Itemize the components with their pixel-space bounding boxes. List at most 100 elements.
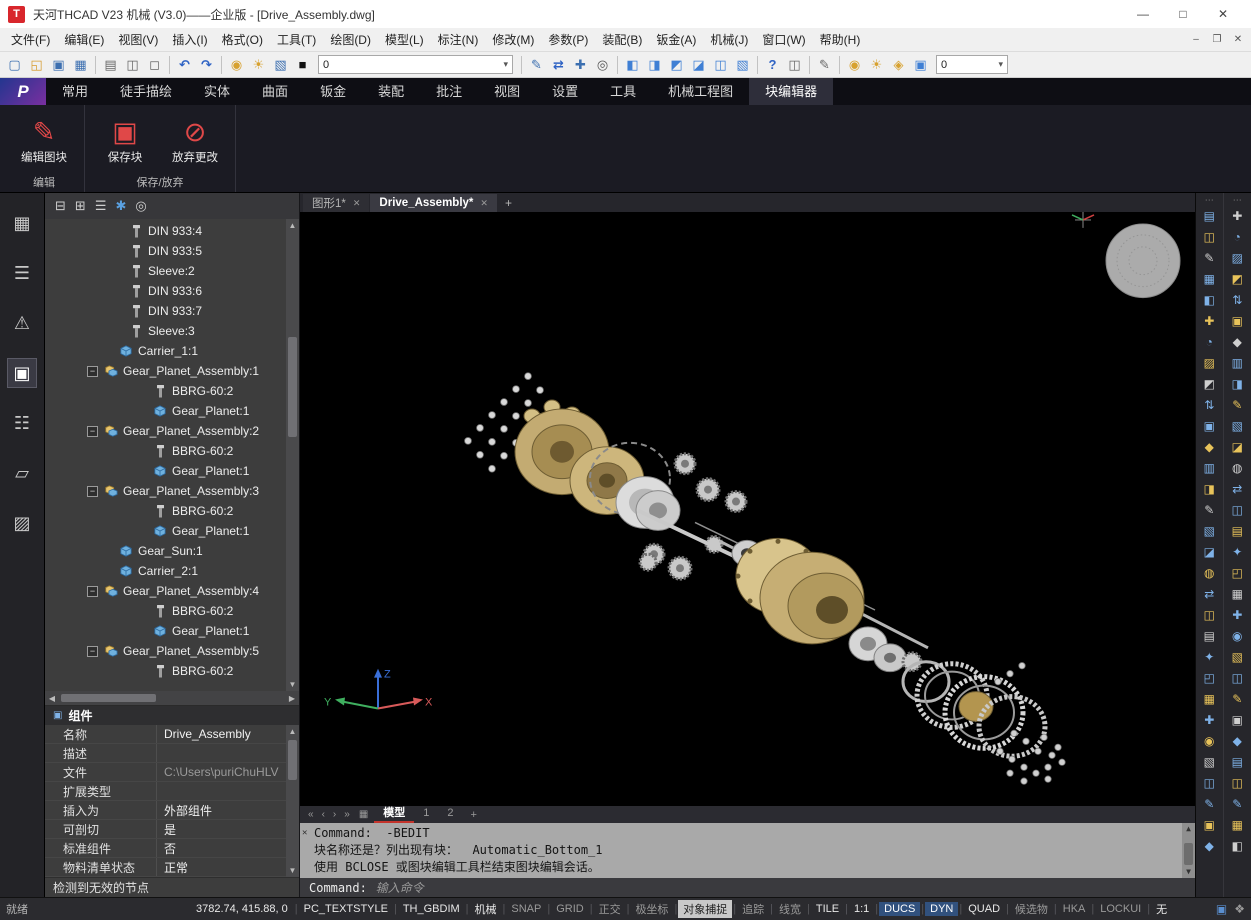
right-toolbar-icon[interactable]: ◰ xyxy=(1198,667,1220,688)
collapse-toggle[interactable]: − xyxy=(87,585,98,597)
right-toolbar-icon[interactable]: ▦ xyxy=(1226,814,1248,835)
scroll-down-icon[interactable]: ▼ xyxy=(286,864,299,877)
right-toolbar-icon[interactable]: ◉ xyxy=(1198,730,1220,751)
view-manager-icon[interactable]: ▧ xyxy=(732,54,753,75)
scrollbar-thumb[interactable] xyxy=(61,694,156,702)
undo-icon[interactable]: ↶ xyxy=(174,54,195,75)
right-toolbar-icon[interactable]: ▣ xyxy=(1226,310,1248,331)
right-toolbar-icon[interactable]: ◉ xyxy=(1226,625,1248,646)
tree-item[interactable]: − Gear_Planet_Assembly:2 xyxy=(45,421,286,441)
right-toolbar-icon[interactable]: ◆ xyxy=(1198,835,1220,856)
ribbon-tab[interactable]: 实体 xyxy=(188,78,246,105)
tree-item[interactable]: Gear_Planet:1 xyxy=(45,401,286,421)
status-toggle[interactable]: DYN xyxy=(925,902,959,916)
menu-item[interactable]: 标注(N) xyxy=(431,28,486,52)
color-swatch-icon[interactable]: ■ xyxy=(292,54,313,75)
collapse-toggle[interactable]: − xyxy=(87,485,98,497)
ribbon-tab[interactable]: 装配 xyxy=(362,78,420,105)
tag-icon[interactable]: ▱ xyxy=(8,459,36,487)
status-toggle[interactable]: 追踪 xyxy=(737,900,769,918)
right-toolbar-icon[interactable]: ✚ xyxy=(1226,205,1248,226)
status-toggle[interactable]: QUAD xyxy=(963,902,1005,916)
right-toolbar-icon[interactable]: ▣ xyxy=(1226,709,1248,730)
status-toggle[interactable]: HKA xyxy=(1058,902,1091,916)
status-toggle[interactable]: 线宽 xyxy=(774,900,806,918)
right-toolbar-icon[interactable]: ▦ xyxy=(1198,268,1220,289)
ribbon-tab[interactable]: 徒手描绘 xyxy=(104,78,188,105)
print-icon[interactable]: ◫ xyxy=(122,54,143,75)
new-document-tab-button[interactable]: + xyxy=(498,194,519,212)
tree-item[interactable]: Gear_Planet:1 xyxy=(45,621,286,641)
layer-on-icon[interactable]: ◉ xyxy=(226,54,247,75)
menu-item[interactable]: 机械(J) xyxy=(703,28,755,52)
ribbon-tab[interactable]: 批注 xyxy=(420,78,478,105)
command-input[interactable]: Command: 输入命令 xyxy=(300,878,1195,897)
scroll-up-icon[interactable]: ▲ xyxy=(1182,823,1195,835)
right-toolbar-icon[interactable]: ▥ xyxy=(1226,352,1248,373)
scrollbar-thumb[interactable] xyxy=(288,740,297,780)
right-toolbar-icon[interactable]: ▧ xyxy=(1198,520,1220,541)
drag-handle-icon[interactable]: ⋯ xyxy=(1233,195,1242,205)
warning-icon[interactable]: ⚠ xyxy=(8,309,36,337)
menu-item[interactable]: 文件(F) xyxy=(4,28,57,52)
right-toolbar-icon[interactable]: ▧ xyxy=(1198,751,1220,772)
collapse-toggle[interactable]: − xyxy=(87,645,98,657)
right-toolbar-icon[interactable]: ▧ xyxy=(1226,415,1248,436)
right-toolbar-icon[interactable]: ◨ xyxy=(1198,478,1220,499)
print2-icon[interactable]: ◫ xyxy=(784,54,805,75)
list-view-icon[interactable]: ☰ xyxy=(95,198,107,214)
right-toolbar-icon[interactable]: ▤ xyxy=(1198,625,1220,646)
right-toolbar-icon[interactable]: ◔ xyxy=(1226,226,1248,247)
menu-item[interactable]: 修改(M) xyxy=(485,28,541,52)
next-layout-button[interactable]: › xyxy=(330,809,339,820)
status-toggle[interactable]: 对象捕捉 xyxy=(678,900,733,918)
right-toolbar-icon[interactable]: ✎ xyxy=(1226,394,1248,415)
tree-item[interactable]: BBRG-60:2 xyxy=(45,441,286,461)
status-toggle[interactable]: 无 xyxy=(1151,900,1172,918)
menu-item[interactable]: 参数(P) xyxy=(541,28,595,52)
right-toolbar-icon[interactable]: ◪ xyxy=(1198,541,1220,562)
layer-freeze-icon[interactable]: ☀ xyxy=(248,54,269,75)
tree-item[interactable]: Sleeve:3 xyxy=(45,321,286,341)
view-realistic-icon[interactable]: ◪ xyxy=(688,54,709,75)
tree-item[interactable]: BBRG-60:2 xyxy=(45,601,286,621)
right-toolbar-icon[interactable]: ✚ xyxy=(1226,604,1248,625)
status-toggle[interactable]: 候选物 xyxy=(1010,900,1053,918)
collapse-all-icon[interactable]: ⊟ xyxy=(55,198,66,214)
right-toolbar-icon[interactable]: ◧ xyxy=(1198,289,1220,310)
minimize-button[interactable]: — xyxy=(1123,0,1163,28)
menu-item[interactable]: 视图(V) xyxy=(111,28,165,52)
table-icon[interactable]: ▦ xyxy=(8,209,36,237)
ribbon-tab[interactable]: 工具 xyxy=(594,78,652,105)
right-toolbar-icon[interactable]: ◪ xyxy=(1226,436,1248,457)
right-toolbar-icon[interactable]: ✚ xyxy=(1198,310,1220,331)
right-toolbar-icon[interactable]: ◆ xyxy=(1226,331,1248,352)
tree-item[interactable]: BBRG-60:2 xyxy=(45,381,286,401)
command-scrollbar[interactable]: ▲ ▼ xyxy=(1182,823,1195,878)
tree-item[interactable]: DIN 933:7 xyxy=(45,301,286,321)
ribbon-tab[interactable]: 设置 xyxy=(536,78,594,105)
menu-item[interactable]: 窗口(W) xyxy=(755,28,812,52)
scrollbar-thumb[interactable] xyxy=(288,337,297,437)
layout-tab[interactable]: 模型 xyxy=(374,806,415,823)
property-row[interactable]: 文件 C:\Users\puriChuHLV xyxy=(45,763,299,782)
right-toolbar-icon[interactable]: ⇅ xyxy=(1198,394,1220,415)
right-toolbar-icon[interactable]: ✎ xyxy=(1226,793,1248,814)
tree-item[interactable]: − Gear_Planet_Assembly:3 xyxy=(45,481,286,501)
mdi-restore-button[interactable]: ❐ xyxy=(1208,34,1226,45)
mdi-close-button[interactable]: ✕ xyxy=(1229,34,1247,45)
tree-item[interactable]: Carrier_1:1 xyxy=(45,341,286,361)
status-toggle[interactable]: TH_GBDIM xyxy=(398,902,465,916)
tree-horizontal-scrollbar[interactable]: ◀ ▶ xyxy=(45,691,299,705)
bulb-icon[interactable]: ◉ xyxy=(844,54,865,75)
prev-layout-button[interactable]: ‹ xyxy=(319,809,328,820)
right-toolbar-icon[interactable]: ◫ xyxy=(1198,604,1220,625)
help-icon[interactable]: ? xyxy=(762,54,783,75)
ribbon-button[interactable]: ▣ 保存块 xyxy=(95,116,155,165)
collapse-toggle[interactable]: − xyxy=(87,365,98,377)
right-toolbar-icon[interactable]: ✎ xyxy=(1198,499,1220,520)
status-toggle[interactable]: 正交 xyxy=(594,900,626,918)
scroll-down-icon[interactable]: ▼ xyxy=(286,678,299,691)
tree-item[interactable]: DIN 933:5 xyxy=(45,241,286,261)
clean-screen-icon[interactable]: ❖ xyxy=(1234,902,1245,916)
